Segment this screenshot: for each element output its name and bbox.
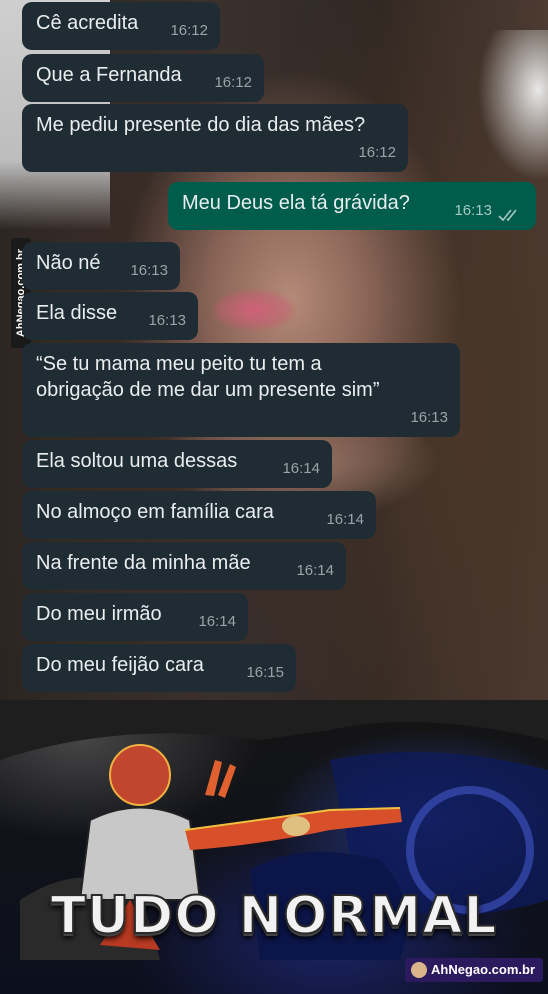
message-text: Cê acredita xyxy=(36,12,139,34)
message-time: 16:14 xyxy=(282,460,320,477)
message-time: 16:14 xyxy=(198,613,236,630)
message-bubble[interactable]: Do meu feijão cara 16:15 xyxy=(22,644,296,692)
message-time: 16:13 xyxy=(130,262,168,279)
message-bubble[interactable]: Me pediu presente do dia das mães? 16:12 xyxy=(22,104,408,172)
message-text: Do meu feijão cara xyxy=(36,654,204,676)
message-time: 16:13 xyxy=(410,409,448,426)
message-time: 16:13 xyxy=(454,202,492,219)
message-text: “Se tu mama meu peito tu tem a obrigação… xyxy=(36,353,380,401)
message-text: No almoço em família cara xyxy=(36,501,274,523)
meme-caption: TUDO NORMAL xyxy=(49,885,498,947)
chat-screenshot: Cê acredita 16:12 Que a Fernanda 16:12 M… xyxy=(0,0,548,700)
message-text: Ela disse xyxy=(36,302,118,324)
message-time: 16:15 xyxy=(246,664,284,681)
message-time: 16:13 xyxy=(148,312,186,329)
message-text: Do meu irmão xyxy=(36,603,162,625)
message-text: Que a Fernanda xyxy=(36,64,182,86)
message-bubble[interactable]: Do meu irmão 16:14 xyxy=(22,593,248,641)
blurred-face xyxy=(214,290,294,330)
meme-illustration xyxy=(0,700,548,960)
site-watermark-bottom: AhNegao.com.br xyxy=(404,958,543,982)
message-bubble[interactable]: No almoço em família cara 16:14 xyxy=(22,491,376,539)
message-text: Na frente da minha mãe xyxy=(36,552,251,574)
message-text: Não né xyxy=(36,252,101,274)
meme-image: TUDO NORMAL xyxy=(0,700,548,994)
message-bubble[interactable]: Cê acredita 16:12 xyxy=(22,2,220,50)
mascot-icon xyxy=(410,962,427,978)
message-text: Meu Deus ela tá grávida? xyxy=(182,192,410,214)
message-bubble[interactable]: “Se tu mama meu peito tu tem a obrigação… xyxy=(22,343,460,437)
outgoing-message-bubble[interactable]: Meu Deus ela tá grávida? 16:13 xyxy=(168,182,536,230)
message-bubble[interactable]: Ela disse 16:13 xyxy=(22,292,198,340)
message-bubble[interactable]: Ela soltou uma dessas 16:14 xyxy=(22,440,332,488)
message-time: 16:14 xyxy=(296,562,334,579)
background-light xyxy=(478,30,548,190)
message-bubble[interactable]: Na frente da minha mãe 16:14 xyxy=(22,542,346,590)
message-time: 16:12 xyxy=(358,144,396,161)
message-text: Me pediu presente do dia das mães? xyxy=(36,114,366,136)
message-text: Ela soltou uma dessas xyxy=(36,450,238,472)
message-time: 16:14 xyxy=(326,511,364,528)
message-time: 16:12 xyxy=(214,74,252,91)
read-receipt-icon xyxy=(498,209,517,222)
message-bubble[interactable]: Que a Fernanda 16:12 xyxy=(22,54,264,102)
message-time: 16:12 xyxy=(170,22,208,39)
message-bubble[interactable]: Não né 16:13 xyxy=(22,242,180,290)
